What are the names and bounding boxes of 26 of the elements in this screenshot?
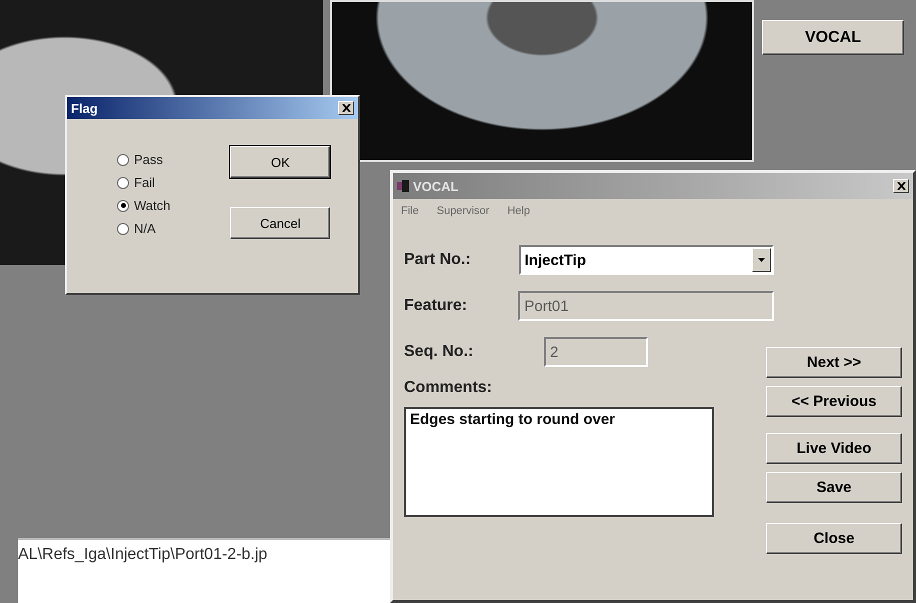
file-path: AL\Refs_Iga\InjectTip\Port01-2-b.jp — [18, 546, 268, 564]
window-title: VOCAL — [413, 178, 460, 194]
radio-option[interactable]: Watch — [117, 197, 170, 214]
radio-option[interactable]: Fail — [117, 174, 170, 191]
dialog-button[interactable]: OK — [230, 146, 330, 178]
dialog-button[interactable]: Cancel — [230, 207, 330, 239]
field-label: Seq. No.: — [404, 343, 474, 361]
window-button[interactable]: Live Video — [766, 433, 902, 464]
close-button[interactable] — [893, 179, 909, 193]
window-button[interactable]: Next >> — [766, 347, 902, 378]
field-label: Comments: — [404, 379, 494, 397]
close-icon — [896, 182, 906, 190]
radio-option[interactable]: N/A — [117, 220, 170, 237]
field-label: Part No.: — [404, 251, 472, 269]
window-button[interactable]: << Previous — [766, 386, 902, 417]
field-label: Feature: — [404, 297, 468, 315]
part-dropdown[interactable]: InjectTip — [518, 245, 774, 275]
window-button[interactable]: Save — [766, 472, 902, 503]
close-button[interactable] — [338, 101, 354, 115]
dialog-title: Flag — [71, 100, 99, 116]
window-button[interactable]: Close — [766, 523, 902, 554]
vocal-button[interactable]: VOCAL — [762, 20, 904, 55]
comments-field[interactable]: Edges starting to round over — [404, 407, 714, 517]
app-icon — [397, 180, 409, 192]
close-icon — [342, 104, 350, 112]
radio-option[interactable]: Pass — [117, 151, 170, 168]
